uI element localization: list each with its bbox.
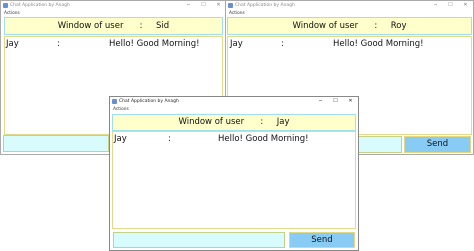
menu-bar: Actions	[226, 10, 473, 17]
title-bar[interactable]: Chat Application by Anagh ─ ☐ ✕	[226, 1, 473, 10]
maximize-icon[interactable]: ☐	[443, 1, 458, 10]
message-sender: Jay	[230, 39, 243, 49]
message-input-sid[interactable]	[3, 135, 109, 152]
minimize-icon[interactable]: ─	[428, 1, 443, 10]
maximize-icon[interactable]: ☐	[328, 97, 343, 106]
menu-actions[interactable]: Actions	[4, 10, 20, 17]
header-prefix: Window of user	[57, 21, 124, 31]
minimize-icon[interactable]: ─	[181, 1, 196, 10]
close-icon[interactable]: ✕	[343, 97, 358, 106]
close-icon[interactable]: ✕	[458, 1, 473, 10]
send-button[interactable]: Send	[404, 136, 471, 153]
maximize-icon[interactable]: ☐	[196, 1, 211, 10]
header-separator: :	[260, 117, 264, 127]
send-button[interactable]: Send	[289, 232, 355, 248]
message-sender: Jay	[114, 134, 127, 144]
header-prefix: Window of user	[178, 117, 245, 127]
menu-actions[interactable]: Actions	[229, 10, 245, 17]
app-icon	[228, 3, 233, 8]
window-title: Chat Application by Anagh	[119, 99, 179, 104]
minimize-icon[interactable]: ─	[313, 97, 328, 106]
close-icon[interactable]: ✕	[211, 1, 226, 10]
message-separator: :	[281, 39, 284, 49]
user-header: Window of user : Roy	[227, 17, 472, 35]
menu-bar: Actions	[110, 106, 358, 113]
chat-window-jay: Chat Application by Anagh ─ ☐ ✕ Actions …	[109, 96, 359, 251]
header-separator: :	[139, 21, 143, 31]
header-username: Jay	[276, 117, 290, 127]
header-separator: :	[374, 21, 378, 31]
message-sender: Jay	[6, 39, 19, 49]
window-title: Chat Application by Anagh	[235, 3, 295, 8]
menu-bar: Actions	[1, 10, 226, 17]
message-text: Hello! Good Morning!	[218, 134, 309, 144]
app-icon	[3, 3, 8, 8]
message-input[interactable]	[113, 232, 285, 248]
message-text: Hello! Good Morning!	[109, 39, 200, 49]
user-header: Window of user : Jay	[112, 114, 356, 131]
user-header: Window of user : Sid	[4, 17, 223, 35]
window-title: Chat Application by Anagh	[10, 3, 70, 8]
chat-history[interactable]: Jay : Hello! Good Morning!	[112, 131, 356, 229]
header-username: Roy	[390, 21, 407, 31]
menu-actions[interactable]: Actions	[113, 106, 129, 113]
message-separator: :	[57, 39, 60, 49]
message-text: Hello! Good Morning!	[333, 39, 424, 49]
app-icon	[112, 99, 117, 104]
header-prefix: Window of user	[292, 21, 359, 31]
title-bar[interactable]: Chat Application by Anagh ─ ☐ ✕	[1, 1, 226, 10]
header-username: Sid	[156, 21, 170, 31]
title-bar[interactable]: Chat Application by Anagh ─ ☐ ✕	[110, 97, 358, 106]
message-separator: :	[168, 134, 171, 144]
